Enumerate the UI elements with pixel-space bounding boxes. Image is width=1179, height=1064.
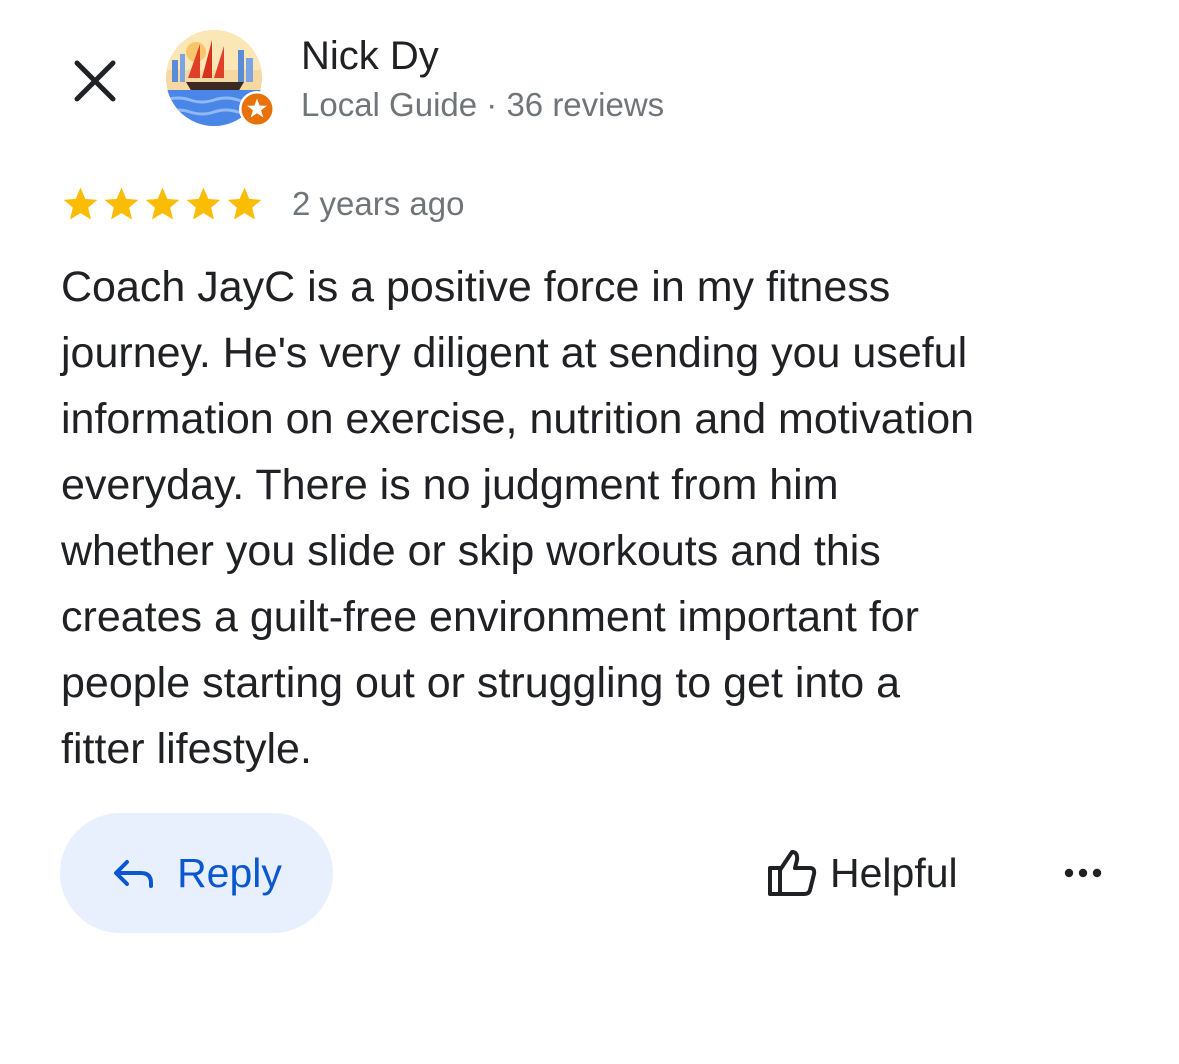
- helpful-label: Helpful: [830, 849, 958, 896]
- rating-row: 2 years ago: [60, 182, 464, 226]
- reviewer-name[interactable]: Nick Dy: [301, 34, 439, 79]
- star-rating: [60, 184, 265, 224]
- close-icon: [74, 60, 116, 102]
- star-icon: [63, 187, 98, 220]
- thumbs-up-icon: [768, 850, 817, 896]
- star-icon: [186, 187, 221, 220]
- star-icon: [145, 187, 180, 220]
- helpful-button[interactable]: Helpful: [766, 838, 958, 908]
- reply-label: Reply: [177, 849, 282, 896]
- local-guide-star-icon: [239, 91, 275, 127]
- avatar[interactable]: [166, 30, 275, 130]
- more-horizontal-icon: [1064, 868, 1102, 878]
- reviewer-meta: Local Guide · 36 reviews: [301, 86, 665, 123]
- star-icon: [227, 187, 262, 220]
- reply-arrow-icon: [114, 860, 154, 888]
- review-text: Coach JayC is a positive force in my fit…: [61, 263, 975, 773]
- review-age: 2 years ago: [292, 185, 465, 222]
- reply-button[interactable]: Reply: [60, 813, 333, 933]
- close-button[interactable]: [60, 46, 130, 116]
- more-options-button[interactable]: [1050, 843, 1116, 903]
- star-icon: [104, 187, 139, 220]
